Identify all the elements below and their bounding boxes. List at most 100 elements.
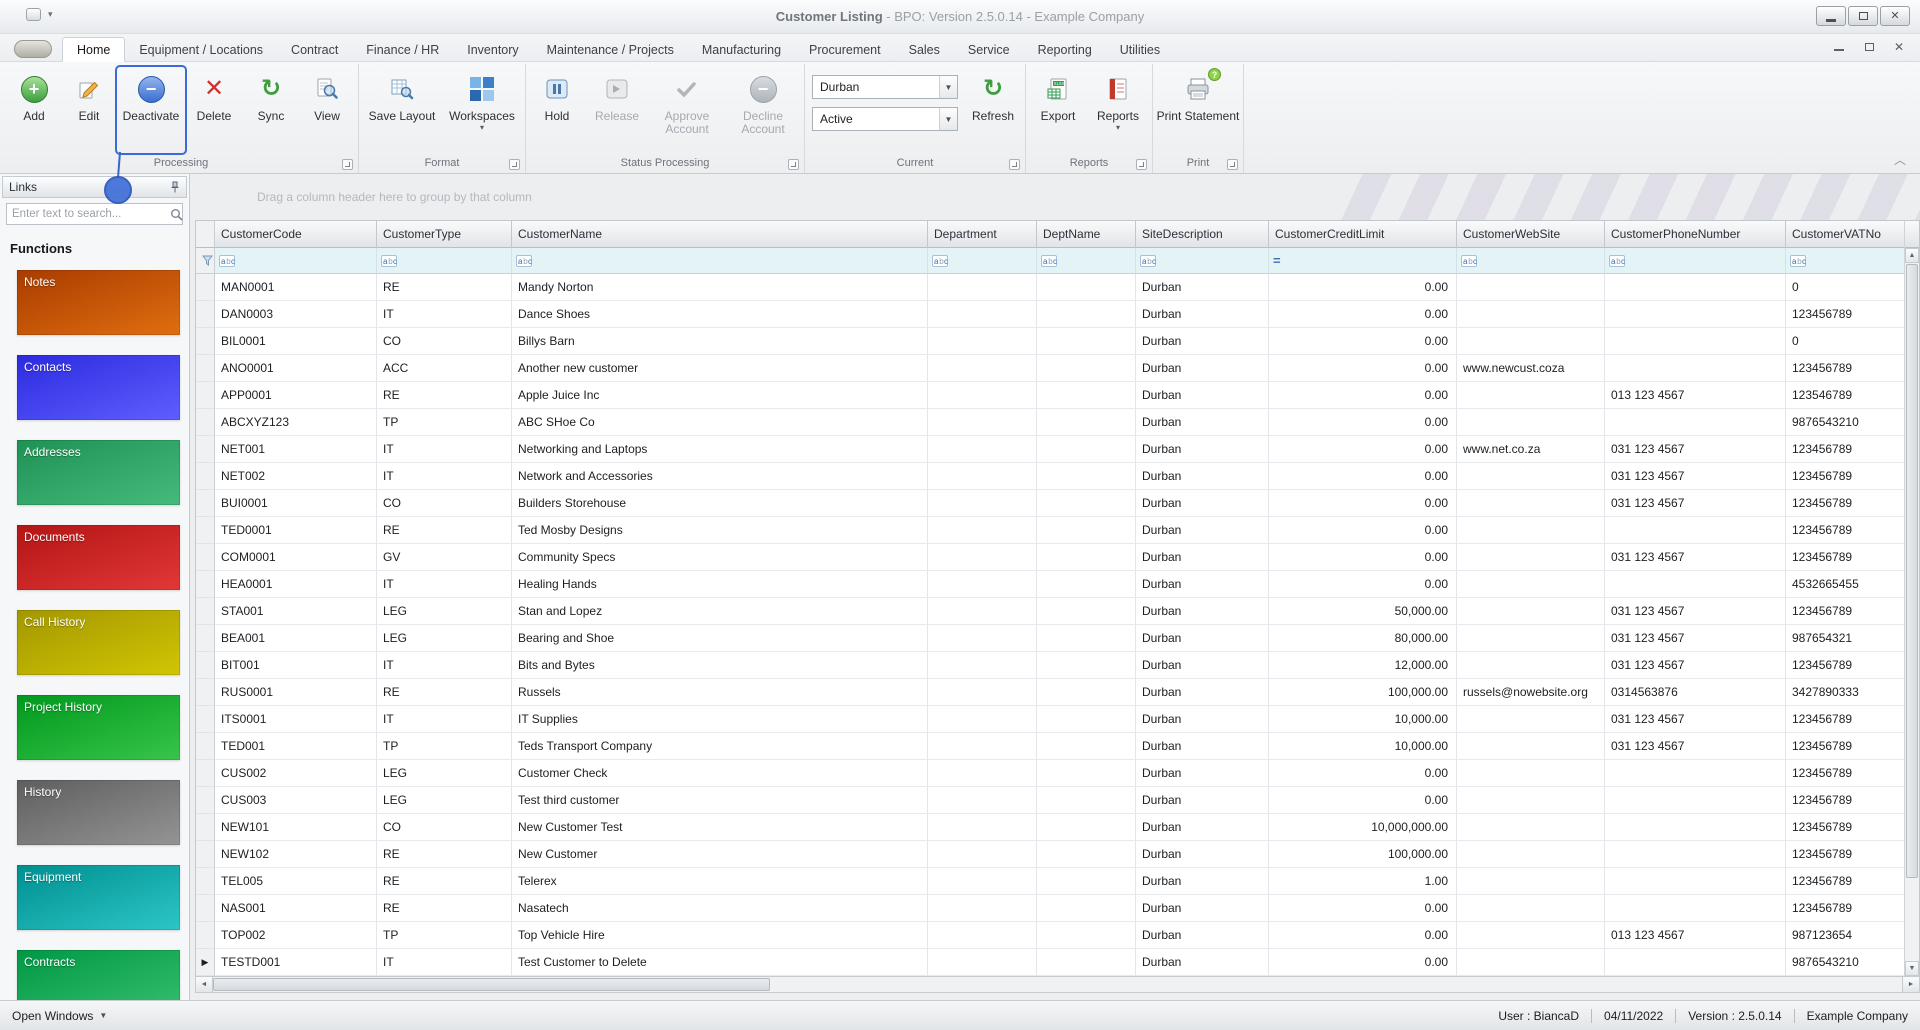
- grid-row-new102[interactable]: NEW102 RE New Customer Durban 100,000.00 1234…: [196, 841, 1904, 868]
- filter-cell-customerphonenumber[interactable]: abc: [1605, 248, 1786, 274]
- column-header-customercreditlimit[interactable]: CustomerCreditLimit: [1269, 221, 1457, 248]
- filter-cell-deptname[interactable]: abc: [1037, 248, 1136, 274]
- grid-row-ted001[interactable]: TED001 TP Teds Transport Company Durban 10,0…: [196, 733, 1904, 760]
- function-notes[interactable]: Notes: [17, 270, 180, 335]
- grid-row-tel005[interactable]: TEL005 RE Telerex Durban 1.00 123456789: [196, 868, 1904, 895]
- column-header-sitedescription[interactable]: SiteDescription: [1136, 221, 1269, 248]
- function-documents[interactable]: Documents: [17, 525, 180, 590]
- filter-cell-customertype[interactable]: abc: [377, 248, 512, 274]
- chevron-down-icon[interactable]: ▼: [939, 108, 957, 130]
- tab-equipment-locations[interactable]: Equipment / Locations: [125, 38, 277, 61]
- grid-row-man0001[interactable]: MAN0001 RE Mandy Norton Durban 0.00 0: [196, 274, 1904, 301]
- tab-reporting[interactable]: Reporting: [1024, 38, 1106, 61]
- vertical-scrollbar[interactable]: ▲ ▼: [1904, 221, 1919, 976]
- grid-row-rus0001[interactable]: RUS0001 RE Russels Durban 100,000.00 russels@…: [196, 679, 1904, 706]
- scroll-down-icon[interactable]: ▼: [1905, 961, 1919, 976]
- scroll-up-icon[interactable]: ▲: [1905, 248, 1919, 263]
- child-restore-button[interactable]: [1862, 41, 1876, 53]
- search-input[interactable]: [7, 208, 166, 220]
- column-header-customerwebsite[interactable]: CustomerWebSite: [1457, 221, 1605, 248]
- open-windows-button[interactable]: Open Windows ▼: [12, 1009, 107, 1023]
- child-close-button[interactable]: ✕: [1892, 41, 1906, 53]
- dialog-launcher-icon[interactable]: [342, 159, 353, 170]
- grid-row-net002[interactable]: NET002 IT Network and Accessories Durban 0.0…: [196, 463, 1904, 490]
- function-contacts[interactable]: Contacts: [17, 355, 180, 420]
- grid-row-ted0001[interactable]: TED0001 RE Ted Mosby Designs Durban 0.00 1234…: [196, 517, 1904, 544]
- reports-button[interactable]: Reports ▾: [1087, 67, 1149, 153]
- column-header-customertype[interactable]: CustomerType: [377, 221, 512, 248]
- maximize-button[interactable]: [1848, 6, 1878, 26]
- tab-home[interactable]: Home: [62, 37, 126, 62]
- grid-row-ano0001[interactable]: ANO0001 ACC Another new customer Durban 0.00…: [196, 355, 1904, 382]
- function-addresses[interactable]: Addresses: [17, 440, 180, 505]
- grid-row-top002[interactable]: TOP002 TP Top Vehicle Hire Durban 0.00 013 12…: [196, 922, 1904, 949]
- grid-row-app0001[interactable]: APP0001 RE Apple Juice Inc Durban 0.00 013 12…: [196, 382, 1904, 409]
- save-layout-button[interactable]: Save Layout: [362, 67, 442, 153]
- column-header-customername[interactable]: CustomerName: [512, 221, 928, 248]
- dialog-launcher-icon[interactable]: [788, 159, 799, 170]
- column-header-customervatno[interactable]: CustomerVATNo: [1786, 221, 1904, 248]
- grid-row-nas001[interactable]: NAS001 RE Nasatech Durban 0.00 123456789: [196, 895, 1904, 922]
- filter-cell-customercode[interactable]: abc: [215, 248, 377, 274]
- filter-cell-customername[interactable]: abc: [512, 248, 928, 274]
- column-header-department[interactable]: Department: [928, 221, 1037, 248]
- quick-access-caret-icon[interactable]: ▾: [48, 9, 53, 20]
- hold-button[interactable]: Hold: [529, 67, 585, 153]
- filter-cell-customercreditlimit[interactable]: =: [1269, 248, 1457, 274]
- function-contracts[interactable]: Contracts: [17, 950, 180, 1000]
- deactivate-button[interactable]: − Deactivate: [117, 67, 185, 153]
- grid-row-hea0001[interactable]: HEA0001 IT Healing Hands Durban 0.00 45326654…: [196, 571, 1904, 598]
- workspaces-button[interactable]: Workspaces ▾: [442, 67, 522, 153]
- grid-row-testd001[interactable]: ▶ TESTD001 IT Test Customer to Delete Durban…: [196, 949, 1904, 976]
- dialog-launcher-icon[interactable]: [509, 159, 520, 170]
- dialog-launcher-icon[interactable]: [1227, 159, 1238, 170]
- column-header-customercode[interactable]: CustomerCode: [215, 221, 377, 248]
- tab-utilities[interactable]: Utilities: [1106, 38, 1174, 61]
- tab-maintenance-projects[interactable]: Maintenance / Projects: [533, 38, 688, 61]
- function-call-history[interactable]: Call History: [17, 610, 180, 675]
- grid-row-cus003[interactable]: CUS003 LEG Test third customer Durban 0.00 12…: [196, 787, 1904, 814]
- search-icon[interactable]: [166, 208, 187, 221]
- filter-cell-customerwebsite[interactable]: abc: [1457, 248, 1605, 274]
- function-history[interactable]: History: [17, 780, 180, 845]
- grid-row-com0001[interactable]: COM0001 GV Community Specs Durban 0.00 031 12…: [196, 544, 1904, 571]
- grid-row-new101[interactable]: NEW101 CO New Customer Test Durban 10,000,00…: [196, 814, 1904, 841]
- child-minimize-button[interactable]: [1832, 41, 1846, 53]
- ribbon-collapse-icon[interactable]: ︿: [1894, 151, 1906, 168]
- column-header-customerphonenumber[interactable]: CustomerPhoneNumber: [1605, 221, 1786, 248]
- grid-row-bui0001[interactable]: BUI0001 CO Builders Storehouse Durban 0.00 03…: [196, 490, 1904, 517]
- vertical-scroll-thumb[interactable]: [1906, 264, 1918, 879]
- grid-row-net001[interactable]: NET001 IT Networking and Laptops Durban 0.00…: [196, 436, 1904, 463]
- function-project-history[interactable]: Project History: [17, 695, 180, 760]
- pin-icon[interactable]: [170, 181, 180, 193]
- add-button[interactable]: + Add: [7, 67, 61, 153]
- tab-service[interactable]: Service: [954, 38, 1024, 61]
- grid-row-sta001[interactable]: STA001 LEG Stan and Lopez Durban 50,000.00 03…: [196, 598, 1904, 625]
- refresh-button[interactable]: ↻ Refresh: [964, 67, 1022, 153]
- column-header-deptname[interactable]: DeptName: [1037, 221, 1136, 248]
- grid-row-abcxyz123[interactable]: ABCXYZ123 TP ABC SHoe Co Durban 0.00 98765432…: [196, 409, 1904, 436]
- group-by-panel[interactable]: Drag a column header here to group by th…: [195, 174, 1920, 220]
- tab-procurement[interactable]: Procurement: [795, 38, 895, 61]
- grid-row-bil0001[interactable]: BIL0001 CO Billys Barn Durban 0.00 0: [196, 328, 1904, 355]
- tab-sales[interactable]: Sales: [895, 38, 954, 61]
- scroll-left-icon[interactable]: ◄: [196, 977, 213, 992]
- view-button[interactable]: View: [299, 67, 355, 153]
- grid-row-cus002[interactable]: CUS002 LEG Customer Check Durban 0.00 1234567…: [196, 760, 1904, 787]
- app-icon[interactable]: [26, 8, 41, 21]
- filter-cell-sitedescription[interactable]: abc: [1136, 248, 1269, 274]
- grid-row-dan0003[interactable]: DAN0003 IT Dance Shoes Durban 0.00 123456789: [196, 301, 1904, 328]
- filter-cell-department[interactable]: abc: [928, 248, 1037, 274]
- close-button[interactable]: ✕: [1880, 6, 1910, 26]
- vertical-scroll-track[interactable]: [1905, 263, 1919, 961]
- status-dropdown[interactable]: Active ▼: [812, 107, 958, 131]
- export-button[interactable]: XLSX Export: [1029, 67, 1087, 153]
- chevron-down-icon[interactable]: ▼: [939, 76, 957, 98]
- horizontal-scroll-track[interactable]: [213, 977, 1902, 992]
- filter-cell-customervatno[interactable]: abc: [1786, 248, 1904, 274]
- grid-row-bea001[interactable]: BEA001 LEG Bearing and Shoe Durban 80,000.00…: [196, 625, 1904, 652]
- minimize-button[interactable]: [1816, 6, 1846, 26]
- grid-row-bit001[interactable]: BIT001 IT Bits and Bytes Durban 12,000.00 031…: [196, 652, 1904, 679]
- horizontal-scroll-thumb[interactable]: [213, 978, 771, 991]
- tab-contract[interactable]: Contract: [277, 38, 352, 61]
